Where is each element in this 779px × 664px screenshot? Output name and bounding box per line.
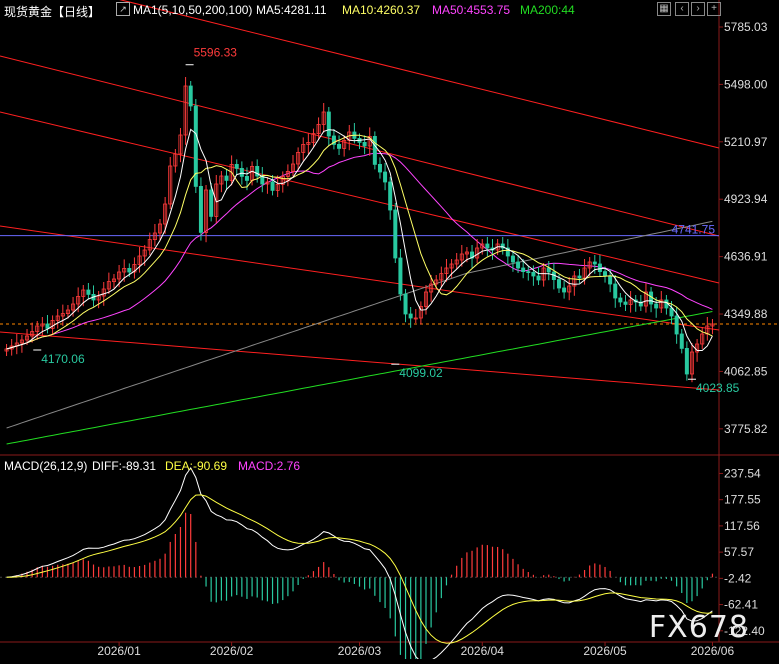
macd-tick-label: 177.55	[724, 493, 761, 507]
candle-body	[234, 163, 239, 169]
x-tick-label: 2026/04	[461, 644, 505, 658]
ma200-value: MA200:44	[520, 3, 575, 17]
y-tick-label: 4349.88	[724, 307, 768, 321]
candle-body	[603, 271, 608, 277]
x-tick-label: 2026/05	[583, 644, 627, 658]
ma5-value: MA5:4281.11	[256, 3, 327, 17]
diff-value: DIFF:-89.31	[92, 459, 157, 473]
candle-body	[326, 111, 331, 137]
macd-value: MACD:2.76	[238, 459, 301, 473]
candle-body	[654, 303, 659, 309]
y-tick-label: 5498.00	[724, 77, 768, 91]
candle-body	[86, 289, 91, 295]
candle-body	[403, 293, 408, 315]
candle-body	[510, 255, 515, 263]
candle-body	[270, 181, 275, 191]
candle-body	[239, 167, 244, 177]
candle-body	[398, 257, 403, 295]
background	[0, 0, 779, 659]
macd-tick-label: 117.56	[724, 519, 760, 533]
candle-body	[127, 267, 132, 273]
instrument-title: 现货黄金【日线】	[4, 5, 101, 19]
y-tick-label: 5785.03	[724, 20, 768, 34]
chevron-left-icon[interactable]: ‹	[675, 2, 689, 16]
candle-body	[383, 171, 388, 183]
dea-value: DEA:-90.69	[165, 459, 228, 473]
candle-body	[613, 283, 618, 299]
candle-body	[623, 301, 628, 305]
chart-svg: 5785.03 5498.00 5210.97 4923.94 4636.91 4349.…	[0, 0, 779, 664]
chevron-right-icon[interactable]: ›	[691, 2, 705, 16]
candle-body	[597, 263, 602, 272]
candle-body	[372, 135, 377, 165]
candle-body	[577, 275, 582, 279]
ma10-value: MA10:4260.37	[342, 3, 421, 17]
candle-body	[198, 185, 203, 233]
ma-label: MA1(5,10,50,200,100)	[133, 3, 253, 17]
candle-body	[592, 261, 597, 265]
level-label: 4741.75	[672, 223, 716, 237]
y-tick-label: 3775.82	[724, 422, 768, 436]
low-label: 4170.06	[41, 352, 85, 366]
x-tick-label: 2026/06	[691, 644, 735, 658]
y-tick-label: 4636.91	[724, 250, 768, 264]
low-label: 4099.02	[399, 366, 443, 380]
macd-tick-label: 57.57	[724, 545, 754, 559]
candle-body	[224, 175, 229, 181]
x-tick-label: 2026/01	[97, 644, 141, 658]
candle-body	[684, 347, 689, 375]
candle-body	[337, 143, 342, 149]
candle-body	[362, 141, 367, 147]
candle-body	[679, 333, 684, 349]
macd-label: MACD(26,12,9)	[4, 459, 88, 473]
chart-stage: 5785.03 5498.00 5210.97 4923.94 4636.91 4349.…	[0, 0, 779, 664]
y-tick-label: 5210.97	[724, 135, 768, 149]
candle-body	[521, 267, 526, 272]
plus-icon[interactable]: +	[707, 2, 721, 16]
candle-body	[674, 315, 679, 335]
high-label: 5596.33	[194, 46, 238, 60]
candle-body	[516, 261, 521, 269]
candle-body	[556, 279, 561, 289]
candle-body	[485, 243, 490, 249]
candle-body	[562, 287, 567, 293]
candle-body	[536, 275, 541, 281]
y-tick-label: 4062.85	[724, 364, 768, 378]
candle-body	[45, 323, 50, 329]
candle-body	[244, 175, 249, 181]
candle-body	[608, 275, 613, 285]
candle-body	[618, 297, 623, 303]
y-tick-label: 4923.94	[724, 192, 768, 206]
candle-body	[408, 313, 413, 319]
candle-body	[526, 271, 531, 274]
candle-body	[377, 163, 382, 173]
candle-body	[188, 85, 193, 107]
candle-body	[388, 181, 393, 211]
grid-icon[interactable]: ▦	[657, 2, 671, 16]
candle-body	[531, 271, 536, 277]
candle-body	[209, 189, 214, 217]
x-tick-label: 2026/03	[338, 644, 382, 658]
ma50-value: MA50:4553.75	[432, 3, 511, 17]
indicator-icon[interactable]: ↗	[116, 2, 130, 16]
candle-body	[393, 209, 398, 259]
watermark-logo: FX678	[648, 610, 749, 645]
x-tick-label: 2026/02	[210, 644, 254, 658]
low-label: 4023.85	[696, 381, 740, 395]
macd-tick-label: -2.42	[724, 571, 752, 585]
macd-tick-label: 237.54	[724, 466, 761, 480]
